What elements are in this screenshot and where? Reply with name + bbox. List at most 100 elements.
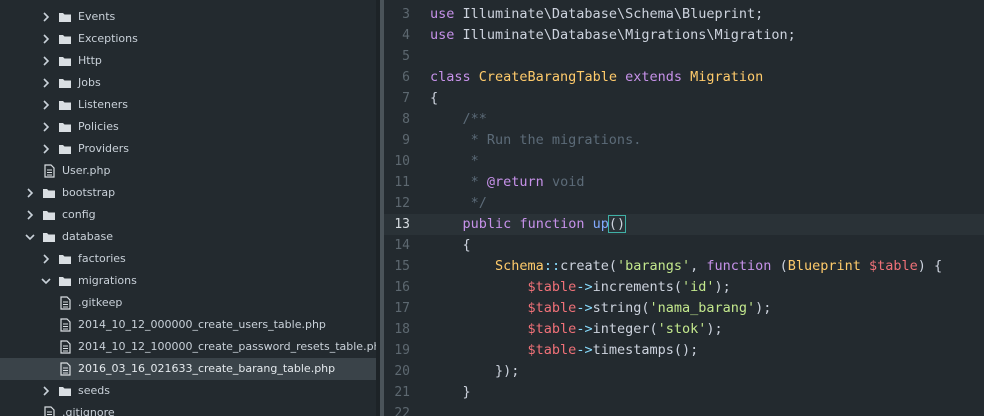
- line-number: 8: [402, 112, 410, 127]
- code-line[interactable]: 10 *: [384, 151, 984, 172]
- code-token: void: [543, 174, 585, 190]
- code-line[interactable]: 21 }: [384, 382, 984, 403]
- code-text: public function up(): [430, 214, 627, 235]
- code-token: * Run the migrations.: [430, 132, 642, 148]
- file-icon: [42, 164, 56, 178]
- tree-item-label: .gitkeep: [78, 296, 123, 309]
- tree-file-2014-10-12-000000-create-users-table-php[interactable]: 2014_10_12_000000_create_users_table.php: [0, 314, 376, 336]
- code-token: ->: [576, 300, 593, 316]
- code-token: ->: [576, 342, 593, 358]
- code-line[interactable]: 16 $table->increments('id');: [384, 277, 984, 298]
- tree-folder-database[interactable]: database: [0, 226, 376, 248]
- code-token: {: [430, 90, 439, 106]
- code-line[interactable]: 3 use Illuminate\Database\Schema\Blueprin…: [384, 4, 984, 25]
- folder-icon: [58, 54, 72, 68]
- code-line[interactable]: 22: [384, 403, 984, 416]
- tree-folder-policies[interactable]: Policies: [0, 116, 376, 138]
- code-token: ::: [543, 258, 561, 274]
- chevron-right-icon[interactable]: [40, 99, 52, 111]
- code-token: function: [706, 258, 772, 274]
- tree-file-user-php[interactable]: User.php: [0, 160, 376, 182]
- code-line[interactable]: 17 $table->string('nama_barang');: [384, 298, 984, 319]
- folder-icon: [58, 10, 72, 24]
- code-text: }: [430, 382, 471, 403]
- tree-folder-config[interactable]: config: [0, 204, 376, 226]
- tree-folder-listeners[interactable]: Listeners: [0, 94, 376, 116]
- code-token: use: [430, 27, 455, 43]
- tree-folder-http[interactable]: Http: [0, 50, 376, 72]
- chevron-right-icon[interactable]: [40, 121, 52, 133]
- code-line[interactable]: 12 */: [384, 193, 984, 214]
- folder-icon: [58, 120, 72, 134]
- chevron-right-icon[interactable]: [40, 143, 52, 155]
- code-token: 'barangs': [616, 258, 691, 274]
- code-line[interactable]: 11 * @return void: [384, 172, 984, 193]
- code-line[interactable]: 8 /**: [384, 109, 984, 130]
- chevron-right-icon[interactable]: [40, 33, 52, 45]
- code-line[interactable]: 20 });: [384, 361, 984, 382]
- code-line[interactable]: 9 * Run the migrations.: [384, 130, 984, 151]
- current-code-line[interactable]: 13 public function up(): [384, 214, 984, 235]
- folder-icon: [58, 142, 72, 156]
- line-number: 20: [394, 364, 410, 379]
- tree-item-label: 2014_10_12_100000_create_password_resets…: [78, 340, 376, 353]
- tree-folder-events[interactable]: Events: [0, 6, 376, 28]
- tree-file-2014-10-12-100000-create-password-resets-table-php[interactable]: 2014_10_12_100000_create_password_resets…: [0, 336, 376, 358]
- chevron-right-icon[interactable]: [40, 55, 52, 67]
- code-token: 'nama_barang': [649, 300, 756, 316]
- tree-file-2016-03-16-021633-create-barang-table-php[interactable]: 2016_03_16_021633_create_barang_table.ph…: [0, 358, 376, 380]
- code-token: timestamps();: [592, 342, 699, 358]
- tree-folder-factories[interactable]: factories: [0, 248, 376, 270]
- chevron-down-icon[interactable]: [40, 275, 52, 287]
- file-icon: [58, 362, 72, 376]
- chevron-right-icon[interactable]: [40, 77, 52, 89]
- code-token: Blueprint: [787, 258, 861, 274]
- tree-folder-exceptions[interactable]: Exceptions: [0, 28, 376, 50]
- code-line[interactable]: 18 $table->integer('stok');: [384, 319, 984, 340]
- folder-icon: [58, 384, 72, 398]
- folder-icon: [42, 230, 56, 244]
- chevron-right-icon[interactable]: [24, 209, 36, 221]
- tree-folder-bootstrap[interactable]: bootstrap: [0, 182, 376, 204]
- chevron-right-icon[interactable]: [24, 187, 36, 199]
- tree-folder-seeds[interactable]: seeds: [0, 380, 376, 402]
- chevron-right-icon[interactable]: [40, 253, 52, 265]
- chevron-right-icon[interactable]: [40, 385, 52, 397]
- code-token: );: [706, 321, 723, 337]
- line-number: 15: [394, 259, 410, 274]
- line-number: 19: [394, 343, 410, 358]
- tree-folder-providers[interactable]: Providers: [0, 138, 376, 160]
- code-text: * Run the migrations.: [430, 130, 642, 151]
- folder-icon: [42, 208, 56, 222]
- code-line[interactable]: 5: [384, 46, 984, 67]
- code-token: ,: [690, 258, 707, 274]
- tree-folder-jobs[interactable]: Jobs: [0, 72, 376, 94]
- tree-item-label: Events: [78, 10, 116, 23]
- tree-item-label: Policies: [78, 120, 119, 133]
- tree-folder-migrations[interactable]: migrations: [0, 270, 376, 292]
- code-editor[interactable]: 3 use Illuminate\Database\Schema\Blueprin…: [384, 0, 984, 416]
- tree-item-label: Exceptions: [78, 32, 138, 45]
- code-text: /**: [430, 109, 487, 130]
- chevron-right-icon[interactable]: [40, 11, 52, 23]
- folder-icon: [58, 252, 72, 266]
- code-line[interactable]: 7{: [384, 88, 984, 109]
- code-line[interactable]: 19 $table->timestamps();: [384, 340, 984, 361]
- file-tree-sidebar: Events Exceptions Http Jobs Listeners Policie…: [0, 0, 376, 416]
- tree-file-gitignore[interactable]: .gitignore: [0, 402, 376, 416]
- code-text: Schema::create('barangs', function (Blue…: [430, 256, 942, 277]
- code-token: {: [430, 237, 471, 253]
- code-line[interactable]: 14 {: [384, 235, 984, 256]
- code-line[interactable]: 4 use Illuminate\Database\Migrations\Migr…: [384, 25, 984, 46]
- code-line[interactable]: 15 Schema::create('barangs', function (B…: [384, 256, 984, 277]
- tree-item-label: Jobs: [78, 76, 101, 89]
- code-line[interactable]: 6 class CreateBarangTable extends Migrati…: [384, 67, 984, 88]
- tree-item-label: Listeners: [78, 98, 128, 111]
- chevron-down-icon[interactable]: [24, 231, 36, 243]
- tree-file-gitkeep[interactable]: .gitkeep: [0, 292, 376, 314]
- file-icon: [42, 406, 56, 416]
- code-token: */: [430, 195, 487, 211]
